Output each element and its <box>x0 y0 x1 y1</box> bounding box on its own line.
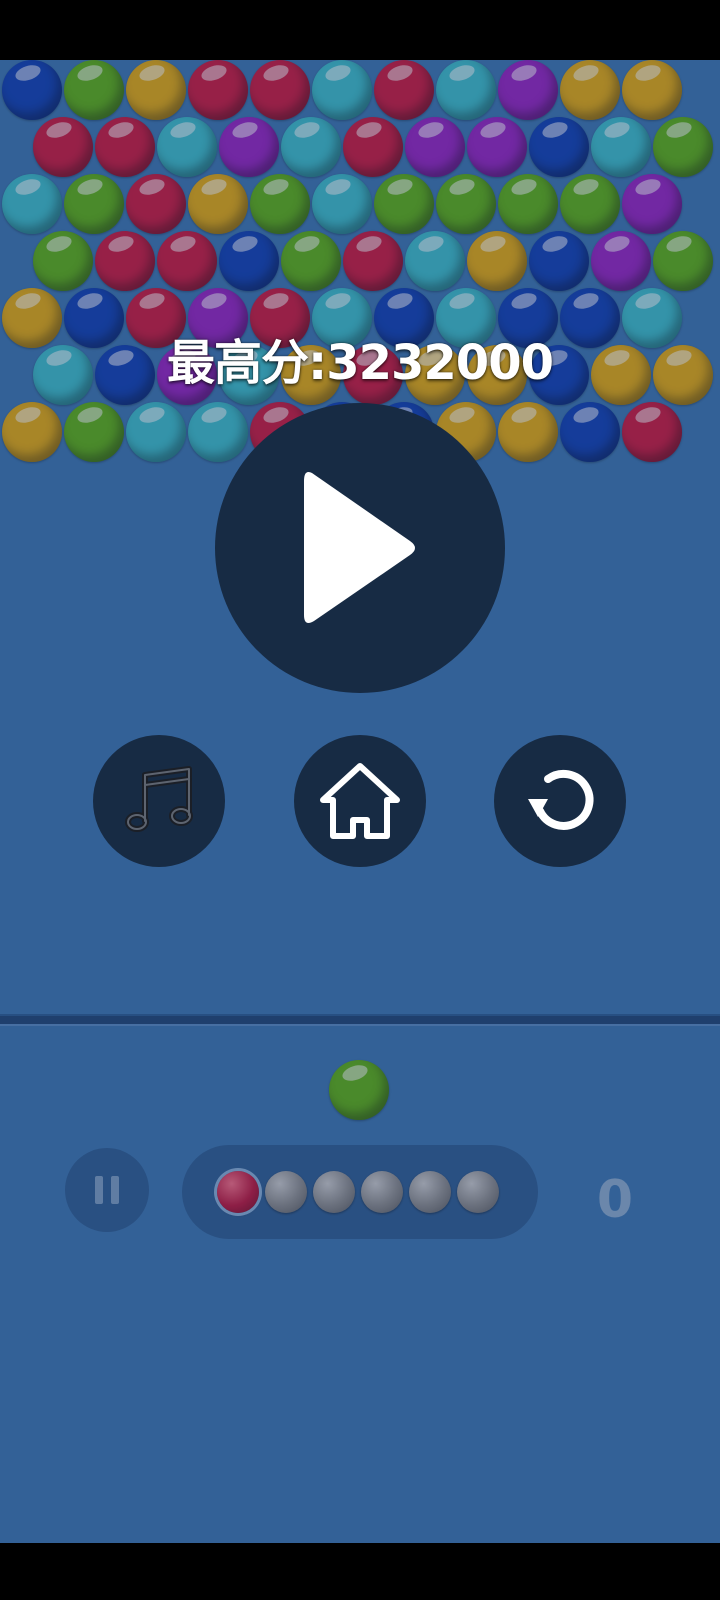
high-score-label: 最高分:3232000 <box>167 335 554 391</box>
restart-button[interactable] <box>494 735 626 867</box>
navigation-bar <box>0 1543 720 1600</box>
music-note-icon <box>125 766 193 832</box>
music-button[interactable] <box>93 735 225 867</box>
play-button[interactable] <box>215 403 505 693</box>
home-icon <box>320 763 400 839</box>
restart-icon <box>528 769 594 830</box>
home-button[interactable] <box>294 735 426 867</box>
play-icon <box>304 472 415 623</box>
game-area[interactable]: 0 最高分:3232000 <box>0 60 720 1543</box>
status-bar <box>0 0 720 60</box>
